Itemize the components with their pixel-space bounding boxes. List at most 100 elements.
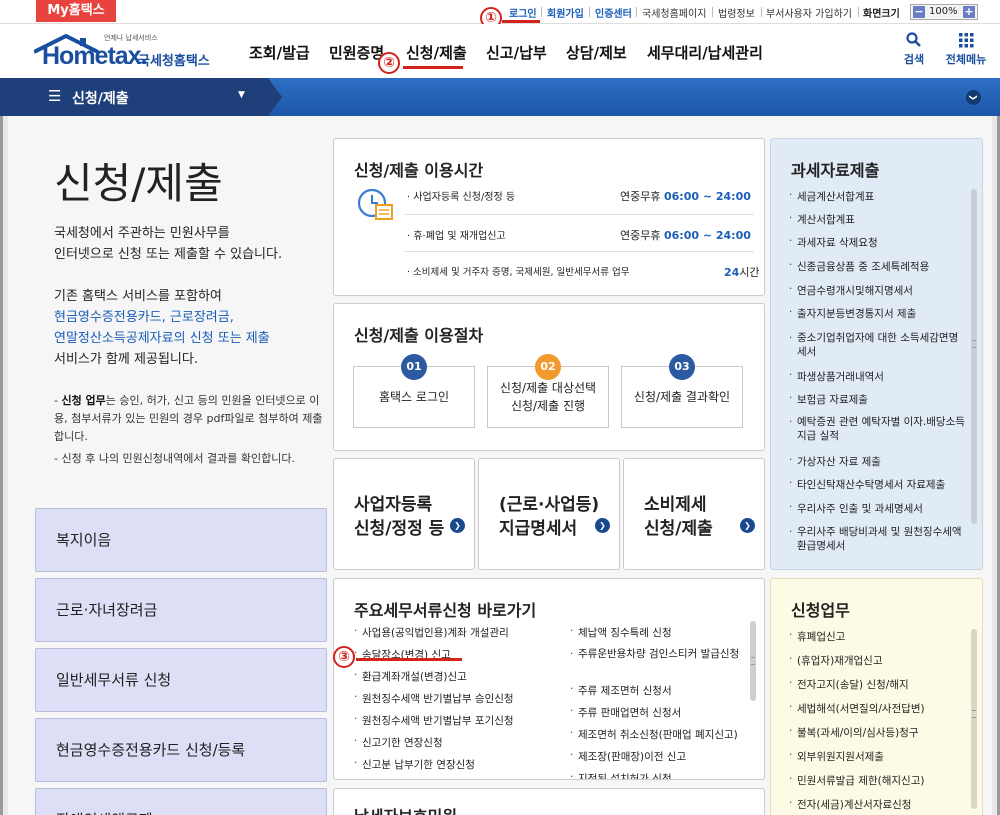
tax-data-scrollbar[interactable]: [971, 189, 977, 524]
zoom-out-button[interactable]: −: [913, 6, 925, 18]
shortcut-item[interactable]: 주류운반용차량 검인스티커 발급신청: [570, 647, 744, 661]
separator: [712, 7, 713, 17]
apply-work-scrollbar[interactable]: [971, 629, 977, 809]
shortcut-item[interactable]: 원천징수세액 반기별납부 승인신청: [354, 691, 514, 706]
search-icon: [906, 32, 921, 47]
chevron-right-icon: ❯: [740, 518, 755, 533]
apply-work-item[interactable]: 전자고지(송달) 신청/해지: [789, 677, 909, 692]
gnb-item-report-pay[interactable]: 신고/납부: [486, 42, 547, 63]
law-info-link[interactable]: 법령정보: [718, 5, 755, 20]
gnb-item-certificate[interactable]: 민원증명: [329, 42, 384, 63]
apply-work-item[interactable]: 외부위원지원서제출: [789, 749, 884, 764]
chevron-down-circle-icon[interactable]: ❯: [966, 90, 981, 105]
annotation-2: ②: [378, 52, 400, 74]
annotation-1-underline: [502, 20, 540, 23]
apply-work-item[interactable]: 휴폐업신고: [789, 629, 845, 644]
general-tax-doc-button[interactable]: 일반세무서류 신청: [35, 648, 327, 712]
tax-data-item[interactable]: 계산서합계표: [789, 212, 855, 227]
shortcuts-scrollbar[interactable]: [750, 621, 756, 701]
tax-data-item[interactable]: 파생상품거래내역서: [789, 369, 884, 384]
tax-data-item[interactable]: 우리사주 인출 및 과세명세서: [789, 501, 923, 516]
step-number-badge: 01: [401, 354, 427, 380]
page-title: 신청/제출: [54, 159, 223, 208]
apply-work-item[interactable]: 세법해석(서면질의/사전답변): [789, 701, 925, 716]
cert-center-link[interactable]: 인증센터: [595, 5, 632, 20]
separator: [636, 7, 637, 17]
shortcut-item[interactable]: 사업용(공익법인용)계좌 개설관리: [354, 625, 509, 640]
hours-row-time: 24시간: [724, 266, 760, 279]
intro-highlight-2: 연말정산소득공제자료의 신청 또는 제출: [54, 331, 270, 346]
shortcut-item[interactable]: 신고분 납부기한 연장신청: [354, 757, 475, 772]
gnb-item-tax-agent[interactable]: 세무대리/납세관리: [647, 42, 763, 63]
current-menu-selector[interactable]: ☰ 신청/제출 ▼: [0, 78, 282, 116]
welfare-button[interactable]: 복지이음: [35, 508, 327, 572]
all-menu-label: 전체메뉴: [945, 53, 987, 66]
apply-work-item[interactable]: 전자(세금)계산서자료신청: [789, 797, 911, 812]
grid-menu-icon: [959, 33, 974, 48]
shortcut-item[interactable]: 제조장(판매장)이전 신고: [570, 749, 686, 764]
apply-work-panel: 신청업무 휴폐업신고 (휴업자)재개업신고 전자고지(송달) 신청/해지 세법해…: [770, 578, 983, 815]
shortcuts-panel: 주요세무서류신청 바로가기 사업용(공익법인용)계좌 개설관리 송달장소(변경)…: [333, 578, 765, 780]
shortcuts-title: 주요세무서류신청 바로가기: [354, 601, 537, 620]
caret-down-icon: ▼: [238, 90, 245, 100]
separator: [589, 7, 590, 17]
hours-panel: 신청/제출 이용시간 · 사업자등록 신청/정정 등 연중무휴 06:00 ~ …: [333, 138, 765, 296]
payment-statement-label: (근로·사업등) 지급명세서: [499, 495, 600, 539]
tax-data-item[interactable]: 신종금융상품 중 조세특례적용: [789, 259, 929, 274]
shortcut-item[interactable]: 체납액 징수특례 신청: [570, 625, 672, 640]
disabled-tax-credit-button[interactable]: 장애인세액공제: [35, 788, 327, 815]
shortcut-item[interactable]: 주류 제조면허 신청서: [570, 683, 672, 698]
shortcut-item[interactable]: 원천징수세액 반기별납부 포기신청: [354, 713, 514, 728]
taxpayer-protection-title: 납세자보호민원: [354, 803, 457, 815]
shortcut-item[interactable]: 주류 판매업면허 신청서: [570, 705, 681, 720]
zoom-in-button[interactable]: +: [963, 6, 975, 18]
tax-data-item[interactable]: 출자지분등변경통지서 제출: [789, 306, 916, 321]
current-menu-title: 신청/제출: [72, 91, 129, 107]
cash-receipt-card-button[interactable]: 현금영수증전용카드 신청/등록: [35, 718, 327, 782]
shortcut-item[interactable]: 환급계좌개설(변경)신고: [354, 669, 467, 684]
tax-data-item[interactable]: 중소기업취업자에 대한 소득세감면명세서: [789, 331, 967, 359]
tax-data-item[interactable]: 연금수령개시및해지명세서: [789, 283, 913, 298]
consumption-tax-button[interactable]: 소비제세 신청/제출 ❯: [623, 458, 765, 570]
gnb-item-inquiry[interactable]: 조회/발급: [249, 42, 310, 63]
payment-statement-button[interactable]: (근로·사업등) 지급명세서 ❯: [478, 458, 620, 570]
tax-data-item[interactable]: 보험금 자료제출: [789, 392, 868, 407]
annotation-3-underline: [356, 658, 462, 661]
shortcut-item[interactable]: 제조면허 취소신청(판매업 폐지신고): [570, 727, 738, 742]
apply-work-item[interactable]: (휴업자)재개업신고: [789, 653, 883, 668]
nts-homepage-link[interactable]: 국세청홈페이지: [642, 5, 706, 20]
shortcut-item[interactable]: 신고기한 연장신청: [354, 735, 443, 750]
apply-work-item[interactable]: 민원서류발급 제한(해지신고): [789, 773, 924, 788]
step-number-badge: 03: [669, 354, 695, 380]
gnb-item-apply-submit[interactable]: 신청/제출: [406, 42, 467, 63]
gnb-item-consult[interactable]: 상담/제보: [566, 42, 627, 63]
intro-text-3: 기존 홈택스 서비스를 포함하여: [54, 289, 222, 304]
tax-data-item[interactable]: 타인신탁재산수탁명세서 자료제출: [789, 477, 945, 492]
step-number-badge: 02: [535, 354, 561, 380]
dept-user-signup-link[interactable]: 부서사용자 가입하기: [766, 5, 852, 20]
tax-data-item[interactable]: 세금계산서합계표: [789, 189, 874, 204]
shortcut-item[interactable]: 지정된 설치허가 신청: [570, 771, 672, 779]
tax-data-item[interactable]: 우리사주 배당비과세 및 원천징수세액환급명세서: [789, 525, 967, 553]
tax-data-item[interactable]: 과세자료 삭제요청: [789, 235, 878, 250]
apply-work-item[interactable]: 불복(과세/이의/심사등)청구: [789, 725, 919, 740]
annotation-3: ③: [333, 646, 355, 668]
tax-data-item[interactable]: 가상자산 자료 제출: [789, 454, 881, 469]
hometax-logo[interactable]: 언제나 납세서비스 Hometax. 국세청홈택스: [34, 30, 219, 74]
tax-data-item[interactable]: 예탁증권 관련 예탁자별 이자.배당소득 지급 실적: [789, 415, 967, 443]
signup-link[interactable]: 회원가입: [547, 5, 584, 20]
search-button[interactable]: 검색: [898, 32, 930, 67]
business-registration-button[interactable]: 사업자등록 신청/정정 등 ❯: [333, 458, 475, 570]
all-menu-button[interactable]: 전체메뉴: [940, 32, 992, 67]
my-hometax-tab[interactable]: My홈택스: [36, 0, 116, 22]
site-header: 언제나 납세서비스 Hometax. 국세청홈택스 조회/발급 민원증명 신청/…: [0, 24, 1000, 78]
hours-row-name: · 소비제세 및 거주자 증명, 국제세원, 일반세무서류 업무: [407, 267, 630, 278]
annotation-2-underline: [403, 66, 463, 69]
hours-row-time: 연중무휴 06:00 ~ 24:00: [620, 190, 751, 203]
hours-row-name: · 사업자등록 신청/정정 등: [407, 192, 516, 203]
intro-text-1: 국세청에서 주관하는 민원사무를: [54, 226, 230, 241]
login-link[interactable]: 로그인: [509, 5, 537, 20]
intro-text-4: 서비스가 함께 제공됩니다.: [54, 352, 198, 367]
location-bar: ☰ 신청/제출 ▼ ❯: [0, 78, 1000, 116]
earned-income-credit-button[interactable]: 근로·자녀장려금: [35, 578, 327, 642]
